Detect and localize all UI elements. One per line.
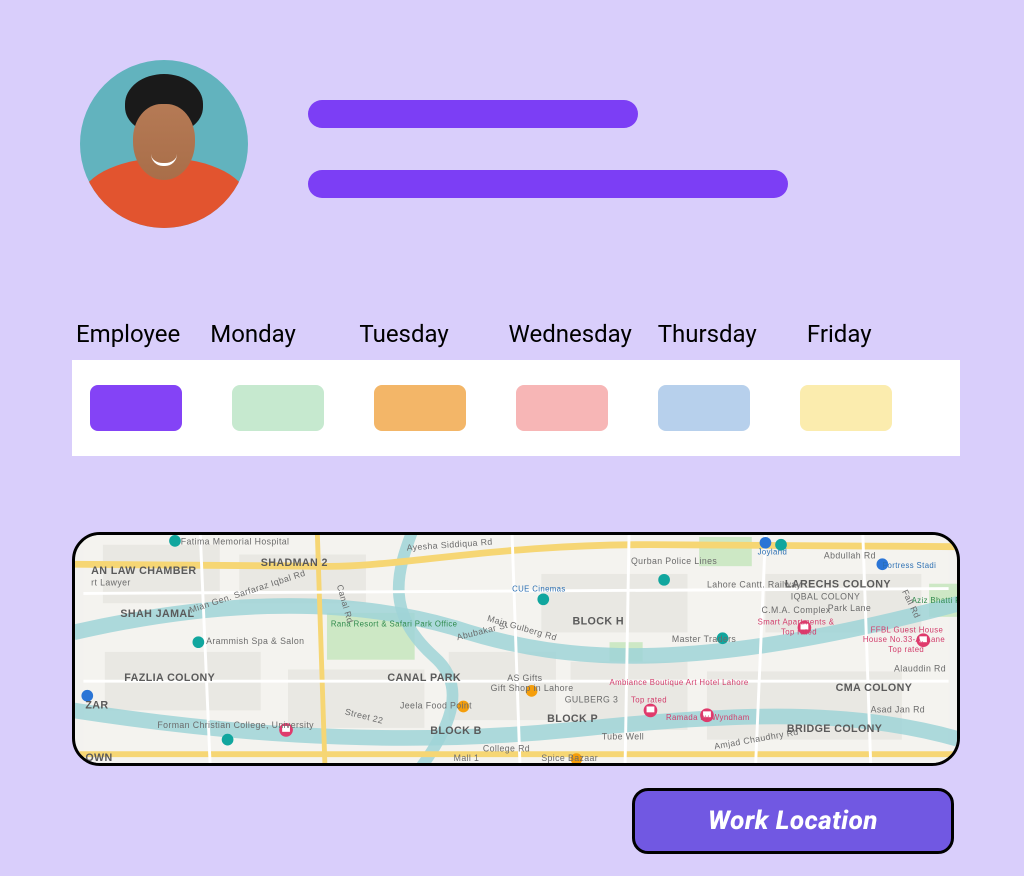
map-poi-ambiance: Ambiance Boutique Art Hotel Lahore (610, 678, 749, 687)
placeholder-line-1 (308, 100, 638, 128)
profile-header (80, 60, 788, 228)
map-label-fazlia: FAZLIA COLONY (124, 672, 215, 684)
map-label-block-p: BLOCK P (547, 713, 598, 725)
map-poi-ramada: Ramada by Wyndham (666, 713, 750, 722)
map-panel[interactable]: AN LAW CHAMBER rt Lawyer SHAH JAMAL SHAD… (72, 532, 960, 766)
map-label-iqbal: IQBAL COLONY (791, 591, 861, 601)
map-poi-cue: CUE Cinemas (512, 585, 566, 594)
header-wednesday: Wednesday (509, 320, 658, 348)
header-monday: Monday (210, 320, 359, 348)
map-poi-fcc: Forman Christian College, University (157, 720, 314, 730)
header-thursday: Thursday (658, 320, 807, 348)
chip-friday[interactable] (800, 385, 892, 431)
svg-text:Top rated: Top rated (631, 696, 667, 705)
map-label-zar: ZAR (85, 699, 108, 711)
map-road-alauddin: Alauddin Rd (894, 663, 946, 673)
svg-text:Gift Shop in Lahore: Gift Shop in Lahore (491, 683, 574, 693)
map-poi-jeela: Jeela Food Point (400, 700, 472, 710)
chip-monday[interactable] (232, 385, 324, 431)
header-friday: Friday (807, 320, 956, 348)
header-tuesday: Tuesday (359, 320, 508, 348)
map-svg: AN LAW CHAMBER rt Lawyer SHAH JAMAL SHAD… (75, 535, 957, 763)
chip-thursday[interactable] (658, 385, 750, 431)
chip-wednesday[interactable] (516, 385, 608, 431)
map-label-block-h: BLOCK H (573, 616, 624, 628)
svg-text:Top rated: Top rated (781, 627, 817, 636)
map-poi-fortress: Fortress Stadi (882, 561, 936, 570)
map-label-canal-park: CANAL PARK (387, 672, 461, 684)
map-label-block-b: BLOCK B (430, 725, 481, 737)
map-poi-fatima: Fatima Memorial Hospital (181, 537, 290, 547)
map-label-cma: CMA COLONY (836, 682, 913, 694)
map-poi-smart: Smart Apartments & (758, 618, 835, 627)
map-label-shah-jamal: SHAH JAMAL (120, 608, 194, 620)
map-poi-ffbl: FFBL Guest House (871, 625, 944, 634)
map-poi-master: Master Traders (672, 634, 737, 644)
map-road-asad: Asad Jan Rd (871, 704, 925, 714)
map-label-own: OWN (85, 752, 112, 763)
chip-employee[interactable] (90, 385, 182, 431)
map-road-parkln: Park Lane (828, 603, 871, 613)
map-road-tube: Tube Well (602, 732, 644, 742)
map-poi-joyland: Joyland (758, 547, 788, 556)
work-location-button[interactable]: Work Location (632, 788, 954, 854)
svg-text:House No.33-A, Lane: House No.33-A, Lane (863, 635, 945, 644)
svg-text:Top rated: Top rated (888, 645, 924, 654)
map-road-college: College Rd (483, 743, 530, 753)
map-poi-spice: Spice Bazaar (541, 753, 598, 763)
map-road-abdullah: Abdullah Rd (824, 550, 876, 560)
header-employee: Employee (76, 320, 210, 348)
map-poi-aziz: Aziz Bhatti Park (912, 596, 957, 605)
chip-tuesday[interactable] (374, 385, 466, 431)
svg-text:rt Lawyer: rt Lawyer (91, 578, 131, 588)
map-label-bridge: BRIDGE COLONY (787, 723, 882, 735)
profile-name-placeholder (308, 100, 788, 198)
avatar[interactable] (80, 60, 248, 228)
map-poi-cma-complex: C.M.A. Complex (762, 605, 831, 615)
map-label-shadman2: SHADMAN 2 (261, 557, 328, 569)
map-label-gulberg3: GULBERG 3 (565, 695, 619, 705)
work-location-label: Work Location (708, 806, 878, 836)
map-label-law-chamber: AN LAW CHAMBER (91, 565, 196, 577)
placeholder-line-2 (308, 170, 788, 198)
map-poi-arammish: Arammish Spa & Salon (206, 636, 304, 646)
map-poi-asgifts: AS Gifts (507, 673, 542, 683)
schedule-section: Employee Monday Tuesday Wednesday Thursd… (72, 320, 960, 456)
schedule-row (72, 360, 960, 456)
map-road-mall: Mall 1 (454, 753, 480, 763)
map-poi-qurban: Qurban Police Lines (631, 556, 717, 566)
map-poi-cantt: Lahore Cantt. Railway (707, 580, 802, 590)
schedule-headers: Employee Monday Tuesday Wednesday Thursd… (72, 320, 960, 360)
